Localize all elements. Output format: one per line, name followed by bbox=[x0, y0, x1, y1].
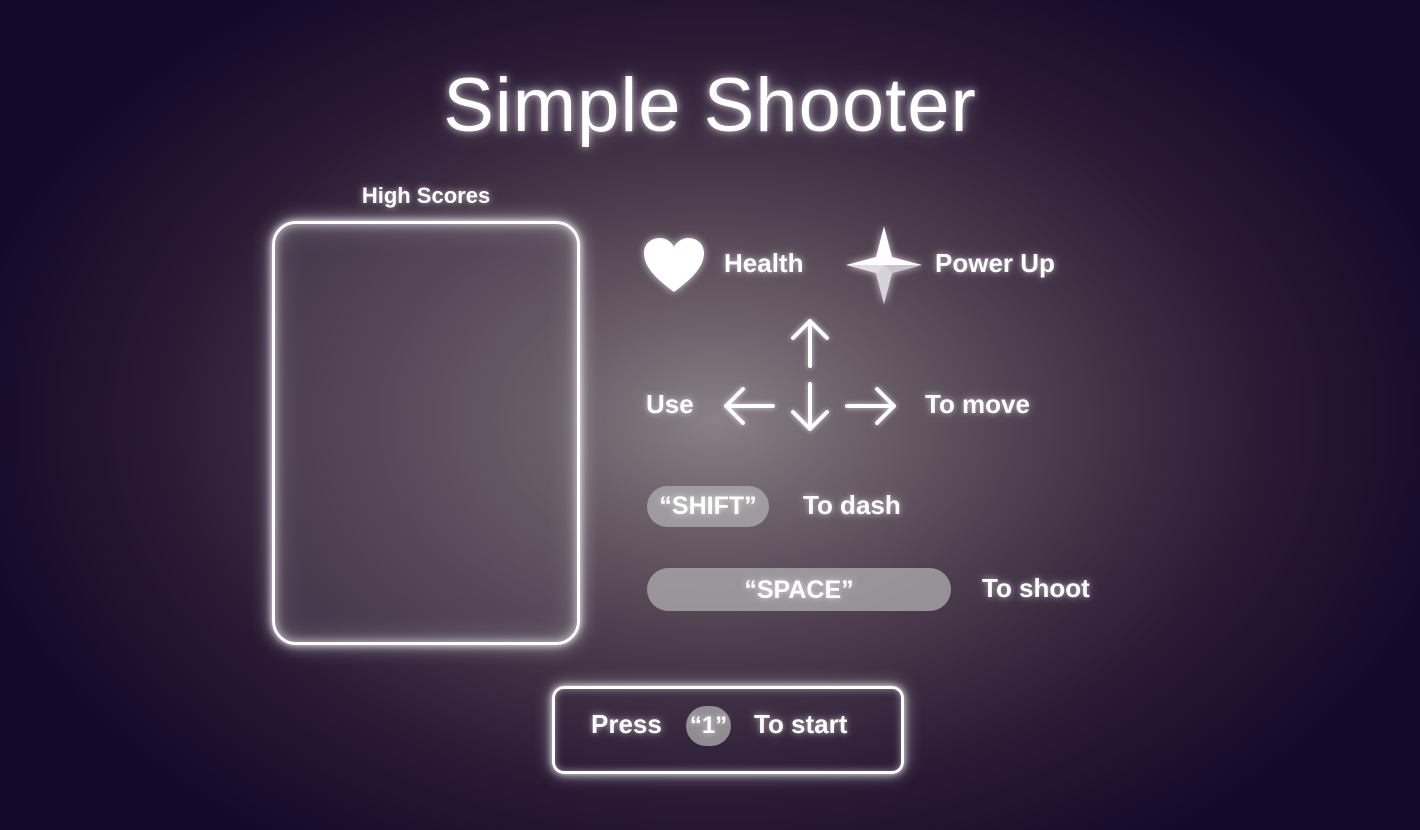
heart-icon bbox=[642, 236, 706, 294]
game-title: Simple Shooter bbox=[443, 63, 977, 148]
powerup-label: Power Up bbox=[935, 248, 1055, 278]
shoot-action-label: To shoot bbox=[982, 573, 1090, 603]
high-scores-label: High Scores bbox=[361, 183, 491, 208]
high-scores-panel bbox=[272, 221, 580, 645]
move-prefix-label: Use bbox=[646, 389, 694, 419]
arrow-right-icon bbox=[843, 384, 899, 428]
arrow-left-icon bbox=[721, 384, 777, 428]
start-action-label: To start bbox=[754, 709, 848, 739]
start-key-badge: “1” bbox=[686, 706, 731, 746]
space-key-badge: “SPACE” bbox=[647, 568, 951, 611]
health-label: Health bbox=[724, 248, 804, 278]
shift-key-badge: “SHIFT” bbox=[647, 486, 769, 527]
start-prefix-label: Press bbox=[591, 709, 662, 739]
arrow-up-icon bbox=[788, 316, 832, 370]
arrow-down-icon bbox=[788, 380, 832, 434]
move-action-label: To move bbox=[925, 389, 1030, 419]
dash-action-label: To dash bbox=[803, 490, 901, 520]
four-point-star-icon bbox=[845, 225, 923, 305]
